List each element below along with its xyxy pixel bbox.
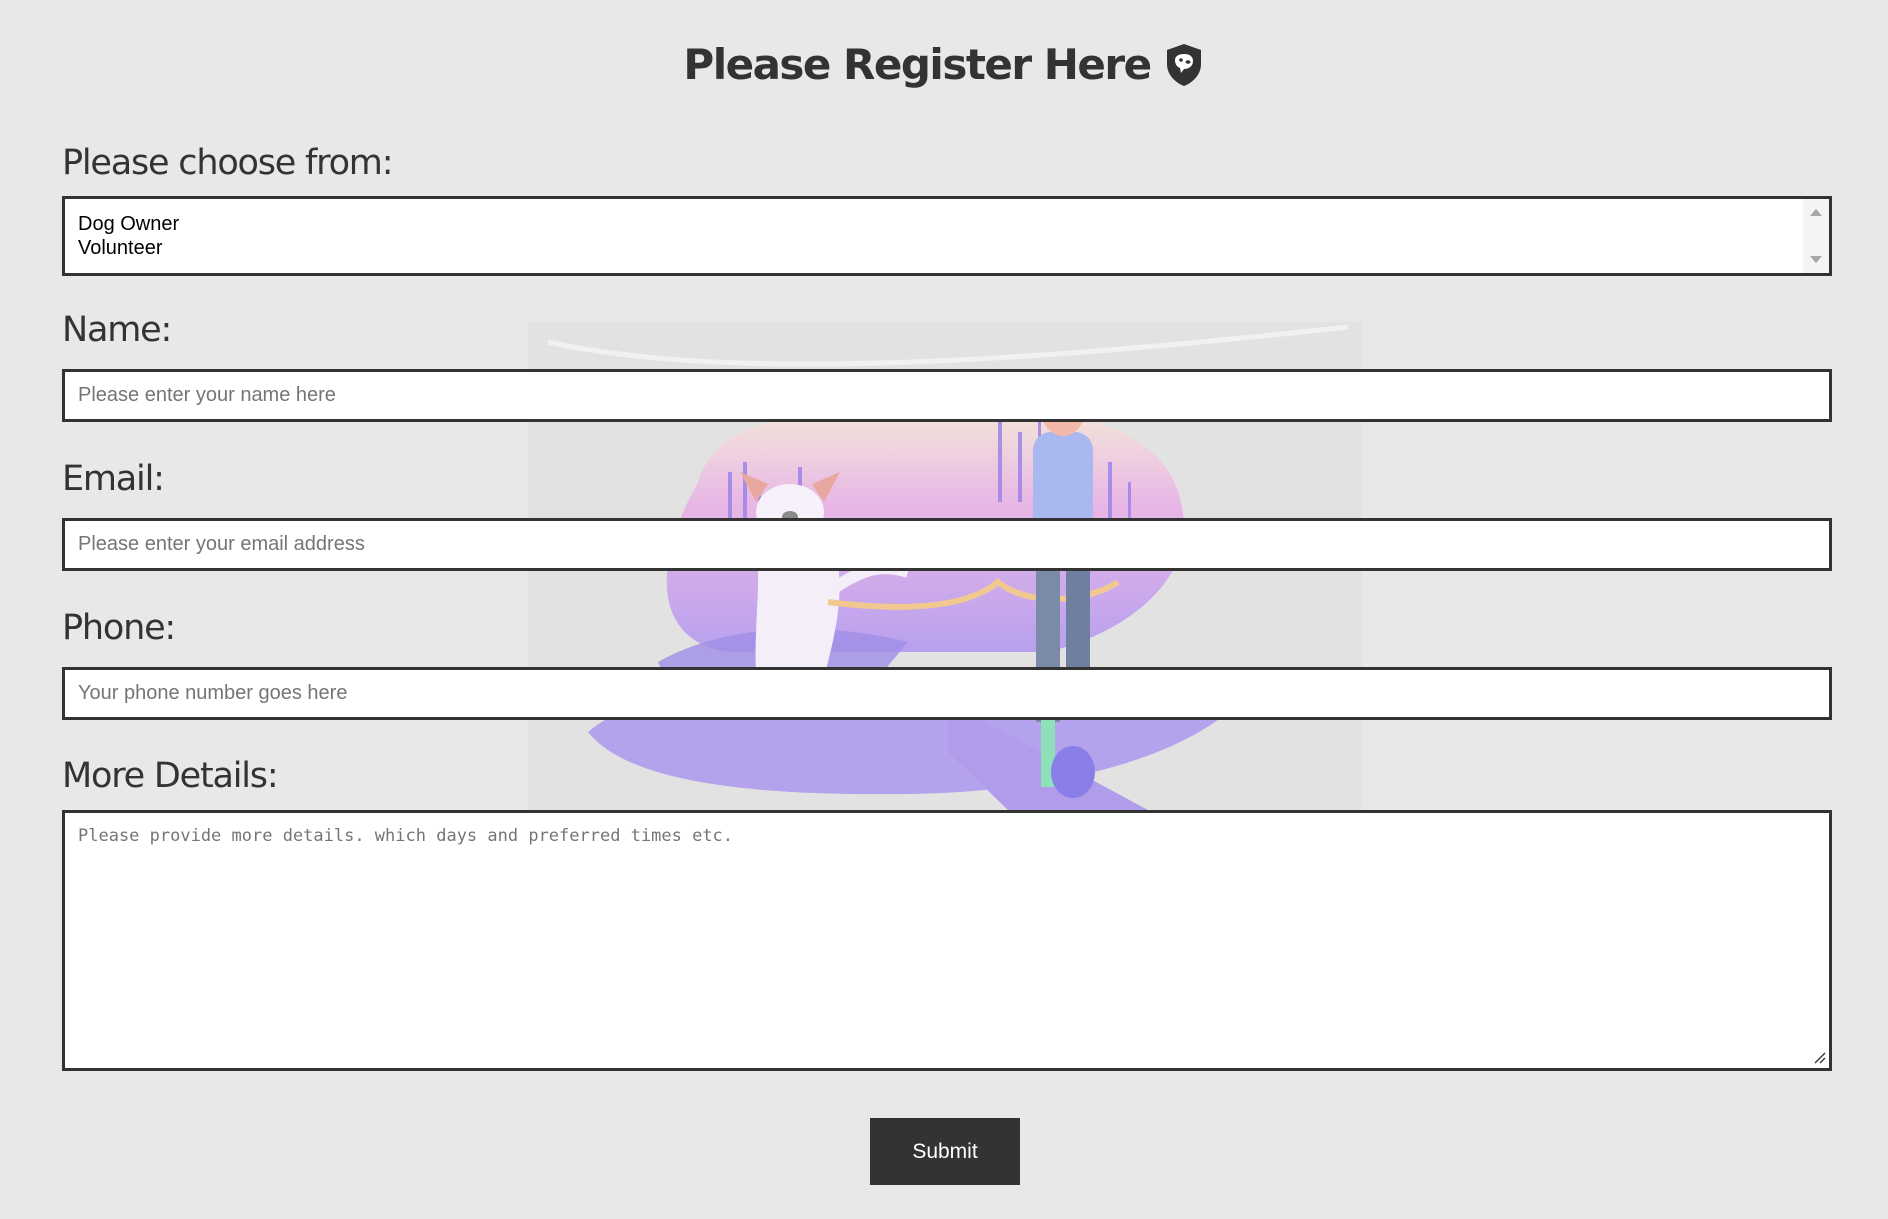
name-input[interactable] bbox=[62, 369, 1832, 422]
page-title: Please Register Here bbox=[683, 40, 1204, 89]
scroll-up-icon[interactable] bbox=[1810, 209, 1822, 216]
email-input[interactable] bbox=[62, 518, 1832, 571]
resize-handle-icon[interactable] bbox=[1812, 1050, 1826, 1064]
submit-button[interactable]: Submit bbox=[870, 1118, 1020, 1185]
role-label: Please choose from: bbox=[62, 143, 393, 183]
role-option-dog-owner[interactable]: Dog Owner bbox=[78, 213, 179, 236]
role-option-volunteer[interactable]: Volunteer bbox=[78, 237, 163, 260]
shield-dog-icon bbox=[1166, 43, 1201, 86]
role-select[interactable]: Dog Owner Volunteer bbox=[62, 196, 1832, 276]
page-title-text: Please Register Here bbox=[683, 40, 1152, 89]
phone-input[interactable] bbox=[62, 667, 1832, 720]
email-label: Email: bbox=[62, 459, 165, 499]
registration-page: Please Register Here Please choose from:… bbox=[0, 0, 1888, 1219]
phone-label: Phone: bbox=[62, 608, 176, 648]
scroll-down-icon[interactable] bbox=[1810, 256, 1822, 263]
details-textarea[interactable] bbox=[62, 810, 1832, 1071]
role-select-scrollbar[interactable] bbox=[1803, 199, 1829, 273]
title-bar: Please Register Here bbox=[0, 40, 1888, 89]
name-label: Name: bbox=[62, 310, 172, 350]
details-label: More Details: bbox=[62, 756, 279, 796]
